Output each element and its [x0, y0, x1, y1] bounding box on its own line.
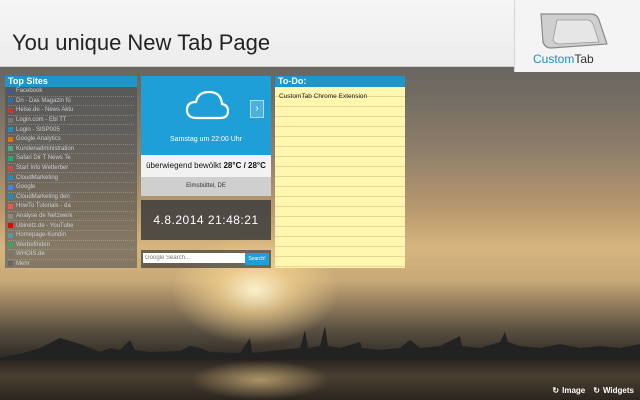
top-site-link[interactable]: Start Info Wetterber: [8, 164, 134, 174]
top-site-label: Homepage-Kundin: [16, 232, 67, 239]
top-site-link[interactable]: Werbefinden: [8, 241, 134, 251]
top-site-link[interactable]: Login - SISP005: [8, 125, 134, 135]
todo-widget: To-Do: CustomTab Chrome Extension: [275, 76, 405, 268]
top-site-link[interactable]: Heise.de - News Aktu: [8, 106, 134, 116]
top-site-link[interactable]: Ubinetz.de - YouTube: [8, 221, 134, 231]
image-button[interactable]: ↻ Image: [552, 386, 585, 395]
weather-temperature: 28°C / 28°C: [223, 161, 266, 170]
weather-date: Samstag um 22:00 Uhr: [170, 136, 242, 143]
logo-text: CustomTab: [533, 52, 594, 66]
top-site-label: Google Analytics: [16, 136, 61, 143]
google-search-widget: Search!: [141, 250, 271, 268]
top-site-label: Werbefinden: [16, 241, 50, 248]
page-title: You unique New Tab Page: [12, 30, 271, 55]
top-site-label: HowTo Tutorials - da: [16, 203, 71, 210]
image-button-label: Image: [562, 386, 586, 395]
weather-widget: › Samstag um 22:00 Uhr überwiegend bewöl…: [141, 76, 271, 196]
todo-title: To-Do:: [275, 76, 405, 87]
favicon-icon: [8, 223, 13, 229]
top-sites-title: Top Sites: [5, 76, 137, 87]
top-site-label: Start Info Wetterber: [16, 165, 69, 172]
top-site-link[interactable]: WHOIS.de: [8, 250, 134, 260]
favicon-icon: [8, 203, 13, 209]
top-site-label: Ubinetz.de - YouTube: [16, 222, 74, 229]
sun-reflection: [190, 360, 330, 400]
widgets-button-label: Widgets: [602, 386, 634, 395]
top-site-label: Heise.de - News Aktu: [16, 107, 74, 114]
favicon-icon: [8, 98, 13, 104]
weather-location: Elmsbüttel, DE: [141, 177, 271, 196]
favicon-icon: [8, 184, 13, 190]
top-site-label: CloudMarketing: [16, 174, 59, 181]
top-site-link[interactable]: Login.com - Ebl TT: [8, 116, 134, 126]
top-site-label: Google: [16, 184, 36, 191]
weather-condition-text: überwiegend bewölkt: [146, 161, 224, 170]
favicon-icon: [8, 175, 13, 181]
top-site-link[interactable]: CloudMarketing: [8, 173, 134, 183]
top-site-label: Facebook: [16, 88, 43, 95]
top-site-link[interactable]: Mehr: [8, 260, 134, 270]
top-site-label: Mehr: [16, 260, 30, 267]
tab-shape-icon: [540, 13, 608, 49]
search-input[interactable]: [143, 253, 245, 263]
top-site-link[interactable]: Facebook: [8, 87, 134, 97]
top-site-label: CloudMarketing den: [16, 193, 70, 200]
favicon-icon: [8, 107, 13, 113]
top-site-label: WHOIS.de: [16, 251, 45, 258]
favicon-icon: [8, 261, 13, 267]
todo-item[interactable]: CustomTab Chrome Extension: [279, 93, 367, 100]
favicon-icon: [8, 155, 13, 161]
top-site-link[interactable]: Dn - Das Magazin fü: [8, 97, 134, 107]
todo-lined-paper[interactable]: [275, 87, 405, 268]
footer-controls: ↻ Image ↻ Widgets: [552, 386, 634, 395]
refresh-icon: ↻: [552, 386, 560, 395]
customtab-logo[interactable]: CustomTab: [514, 0, 640, 72]
cloud-icon: [185, 90, 229, 120]
favicon-icon: [8, 165, 13, 171]
logo-text-custom: Custom: [533, 52, 575, 66]
weather-condition: überwiegend bewölkt 28°C / 28°C: [141, 155, 271, 177]
top-site-label: Kundenadministration: [16, 145, 75, 152]
top-site-label: Safari Dir T News Te: [16, 155, 71, 162]
favicon-icon: [8, 194, 13, 200]
favicon-icon: [8, 146, 13, 152]
favicon-icon: [8, 127, 13, 133]
top-site-link[interactable]: Homepage-Kundin: [8, 231, 134, 241]
clock-widget: 4.8.2014 21:48:21: [141, 200, 271, 240]
favicon-icon: [8, 251, 13, 257]
widgets-button[interactable]: ↻ Widgets: [593, 386, 634, 395]
top-site-link[interactable]: Analyse de Netzwerk: [8, 212, 134, 222]
favicon-icon: [8, 213, 13, 219]
top-site-link[interactable]: Google: [8, 183, 134, 193]
top-site-label: Login.com - Ebl TT: [16, 117, 67, 124]
top-site-link[interactable]: CloudMarketing den: [8, 193, 134, 203]
top-sites-list: Facebook Dn - Das Magazin fü Heise.de - Ne…: [5, 87, 137, 270]
top-site-label: Analyse de Netzwerk: [16, 213, 73, 220]
top-site-link[interactable]: Google Analytics: [8, 135, 134, 145]
top-site-link[interactable]: Kundenadministration: [8, 145, 134, 155]
chevron-right-icon: ›: [255, 103, 259, 114]
favicon-icon: [8, 88, 13, 94]
weather-next-button[interactable]: ›: [250, 100, 264, 118]
top-site-label: Dn - Das Magazin fü: [16, 97, 71, 104]
favicon-icon: [8, 136, 13, 142]
favicon-icon: [8, 117, 13, 123]
favicon-icon: [8, 242, 13, 248]
search-button[interactable]: Search!: [245, 253, 269, 265]
top-sites-panel: Top Sites Facebook Dn - Das Magazin fü Hei…: [5, 76, 137, 270]
refresh-icon: ↻: [593, 386, 600, 395]
top-site-label: Login - SISP005: [16, 126, 60, 133]
favicon-icon: [8, 232, 13, 238]
logo-text-tab: Tab: [574, 52, 594, 66]
top-site-link[interactable]: HowTo Tutorials - da: [8, 202, 134, 212]
top-site-link[interactable]: Safari Dir T News Te: [8, 154, 134, 164]
